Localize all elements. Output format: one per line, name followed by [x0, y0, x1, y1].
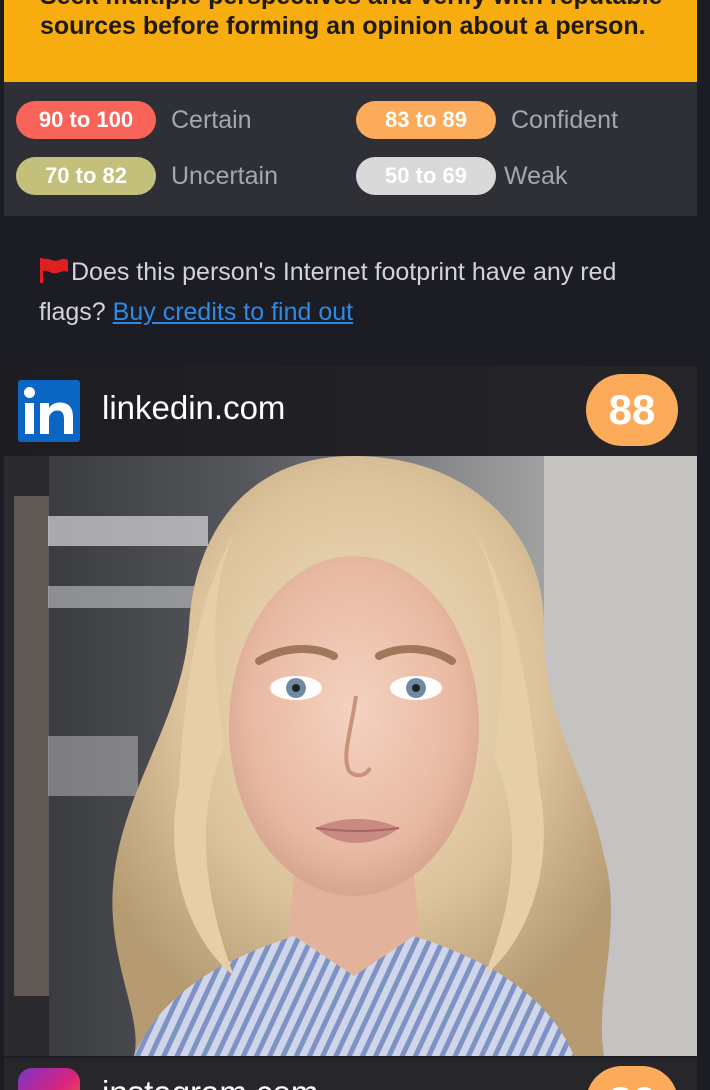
range-label: Weak	[504, 162, 568, 190]
range-pill: 70 to 82	[16, 157, 156, 195]
profile-photo[interactable]	[4, 456, 697, 1056]
banner-text-line-2: sources before forming an opinion about …	[40, 12, 646, 40]
range-label: Certain	[171, 106, 252, 134]
confidence-legend: 90 to 100 Certain 83 to 89 Confident 70 …	[4, 82, 697, 216]
warning-banner: Seek multiple perspectives and verify wi…	[4, 0, 697, 82]
site-name[interactable]: instagram.com	[102, 1074, 318, 1090]
site-name[interactable]: linkedin.com	[102, 386, 285, 430]
match-score-badge: 86	[586, 1066, 678, 1090]
match-score-badge: 88	[586, 374, 678, 446]
red-flag-icon	[40, 258, 68, 283]
banner-text-line-1: Seek multiple perspectives and verify wi…	[40, 0, 680, 11]
range-pill: 50 to 69	[356, 157, 496, 195]
result-card-header: linkedin.com 88	[4, 366, 697, 456]
buy-credits-link[interactable]: Buy credits to find out	[113, 298, 353, 326]
instagram-icon	[18, 1068, 80, 1090]
range-pill: 90 to 100	[16, 101, 156, 139]
range-label: Uncertain	[171, 162, 278, 190]
result-card-linkedin[interactable]: linkedin.com 88	[4, 366, 697, 1056]
red-flags-notice: Does this person's Internet footprint ha…	[39, 252, 679, 332]
range-label: Confident	[511, 106, 619, 134]
result-card-instagram[interactable]: instagram.com 86	[4, 1058, 697, 1090]
linkedin-icon	[18, 380, 80, 442]
range-pill: 83 to 89	[356, 101, 496, 139]
page: Seek multiple perspectives and verify wi…	[0, 0, 710, 1090]
